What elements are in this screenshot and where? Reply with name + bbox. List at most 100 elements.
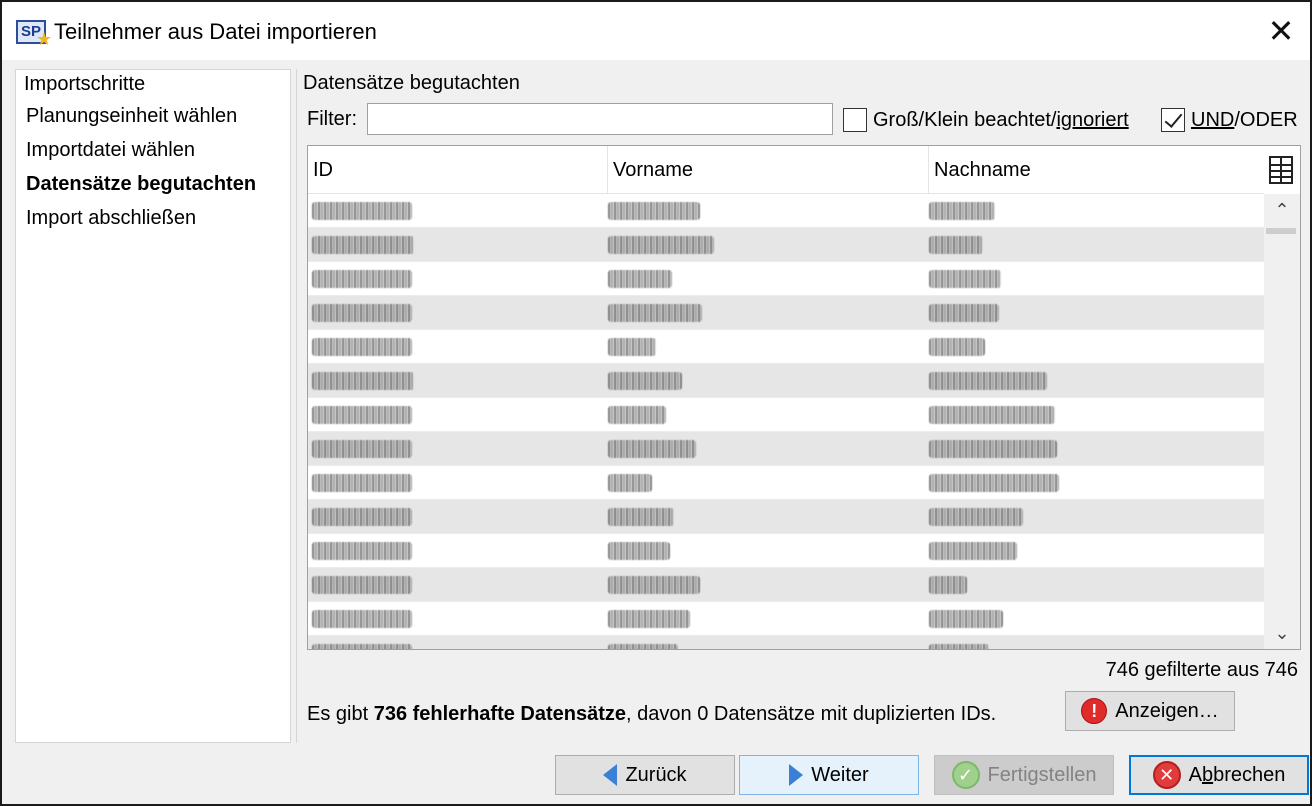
obscured-vorname-cell [608,202,700,220]
obscured-nachname-cell [929,236,983,254]
obscured-id-cell [312,338,412,356]
and-or-checkbox[interactable] [1161,108,1185,132]
obscured-nachname-cell [929,338,985,356]
title-bar: SP ★ Teilnehmer aus Datei importieren ✕ [2,2,1310,60]
close-button[interactable]: ✕ [1252,2,1310,60]
obscured-nachname-cell [929,270,1001,288]
obscured-id-cell [312,508,412,526]
obscured-nachname-cell [929,508,1023,526]
cancel-x-icon: ✕ [1152,761,1181,789]
obscured-nachname-cell [929,406,1055,424]
table-row[interactable] [308,602,1264,636]
obscured-nachname-cell [929,610,1003,628]
show-errors-button[interactable]: ! Anzeigen… [1065,691,1235,731]
obscured-id-cell [312,474,412,492]
column-header-nachname[interactable]: Nachname [929,146,1264,194]
next-button[interactable]: Weiter [739,755,919,795]
obscured-nachname-cell [929,576,967,594]
table-row[interactable] [308,500,1264,534]
obscured-id-cell [312,372,414,390]
obscured-id-cell [312,610,412,628]
column-header-vorname[interactable]: Vorname [608,146,929,194]
obscured-vorname-cell [608,610,690,628]
step-choose-import-file: Importdatei wählen [26,139,195,161]
table-row[interactable] [308,228,1264,262]
obscured-nachname-cell [929,304,999,322]
import-steps-pane: Importschritte Planungseinheit wählen Im… [15,69,291,743]
and-or-option[interactable]: UND/ODER [1161,106,1298,134]
error-summary: Es gibt 736 fehlerhafte Datensätze, davo… [307,703,997,725]
case-sensitivity-checkbox[interactable] [843,108,867,132]
case-sensitivity-label: Groß/Klein beachtet/ignoriert [873,108,1129,131]
table-row[interactable] [308,534,1264,568]
records-table[interactable]: ID Vorname Nachname ⌃ ⌄ [307,145,1301,650]
filter-input[interactable] [367,103,833,135]
warning-icon: ! [1081,698,1108,724]
scroll-down-icon[interactable]: ⌄ [1264,617,1300,649]
section-title: Datensätze begutachten [303,72,520,94]
arrow-left-icon [603,764,618,786]
obscured-vorname-cell [608,372,682,390]
filter-label: Filter: [307,108,357,130]
obscured-id-cell [312,236,414,254]
obscured-vorname-cell [608,304,702,322]
obscured-nachname-cell [929,372,1047,390]
obscured-nachname-cell [929,474,1059,492]
table-row[interactable] [308,194,1264,228]
obscured-vorname-cell [608,270,672,288]
filtered-count: 746 gefilterte aus 746 [1105,659,1298,681]
table-row[interactable] [308,466,1264,500]
window-title: Teilnehmer aus Datei importieren [54,19,377,44]
obscured-id-cell [312,576,412,594]
table-columns-icon[interactable] [1265,150,1297,188]
vertical-scrollbar[interactable]: ⌃ ⌄ [1264,194,1300,649]
table-row[interactable] [308,364,1264,398]
step-choose-planning-unit: Planungseinheit wählen [26,105,238,127]
obscured-vorname-cell [608,644,678,649]
table-row[interactable] [308,398,1264,432]
table-row[interactable] [308,262,1264,296]
table-row[interactable] [308,432,1264,466]
obscured-id-cell [312,542,412,560]
obscured-vorname-cell [608,576,700,594]
review-panel: Datensätze begutachten Filter: Groß/Klei… [296,69,1308,743]
and-or-label: UND/ODER [1191,108,1298,131]
case-sensitivity-option[interactable]: Groß/Klein beachtet/ignoriert [843,106,1129,134]
table-row[interactable] [308,330,1264,364]
obscured-vorname-cell [608,474,652,492]
cancel-button[interactable]: ✕ Abbrechen [1129,755,1309,795]
arrow-right-icon [789,764,804,786]
table-header: ID Vorname Nachname [308,146,1264,194]
table-row[interactable] [308,568,1264,602]
obscured-vorname-cell [608,236,714,254]
table-row[interactable] [308,296,1264,330]
obscured-id-cell [312,644,412,649]
import-dialog: SP ★ Teilnehmer aus Datei importieren ✕ … [0,0,1312,806]
obscured-id-cell [312,270,412,288]
obscured-id-cell [312,440,412,458]
obscured-nachname-cell [929,542,1017,560]
obscured-id-cell [312,304,412,322]
column-header-id[interactable]: ID [308,146,608,194]
table-row[interactable] [308,636,1264,649]
obscured-vorname-cell [608,508,674,526]
table-body [308,194,1264,649]
step-finish-import: Import abschließen [26,207,197,229]
scroll-up-icon[interactable]: ⌃ [1264,194,1300,226]
star-icon: ★ [36,29,53,49]
obscured-nachname-cell [929,202,995,220]
back-button[interactable]: Zurück [555,755,735,795]
obscured-vorname-cell [608,440,696,458]
scroll-thumb[interactable] [1266,228,1296,234]
steps-title: Importschritte [24,73,146,95]
obscured-nachname-cell [929,644,989,649]
obscured-vorname-cell [608,406,666,424]
finish-button[interactable]: ✓ Fertigstellen [934,755,1114,795]
steps-list: Planungseinheit wählen Importdatei wähle… [26,102,256,238]
obscured-nachname-cell [929,440,1057,458]
app-icon: SP ★ [14,18,52,48]
checkmark-icon: ✓ [951,761,980,789]
step-review-records: Datensätze begutachten [26,173,257,195]
obscured-id-cell [312,202,412,220]
obscured-id-cell [312,406,412,424]
